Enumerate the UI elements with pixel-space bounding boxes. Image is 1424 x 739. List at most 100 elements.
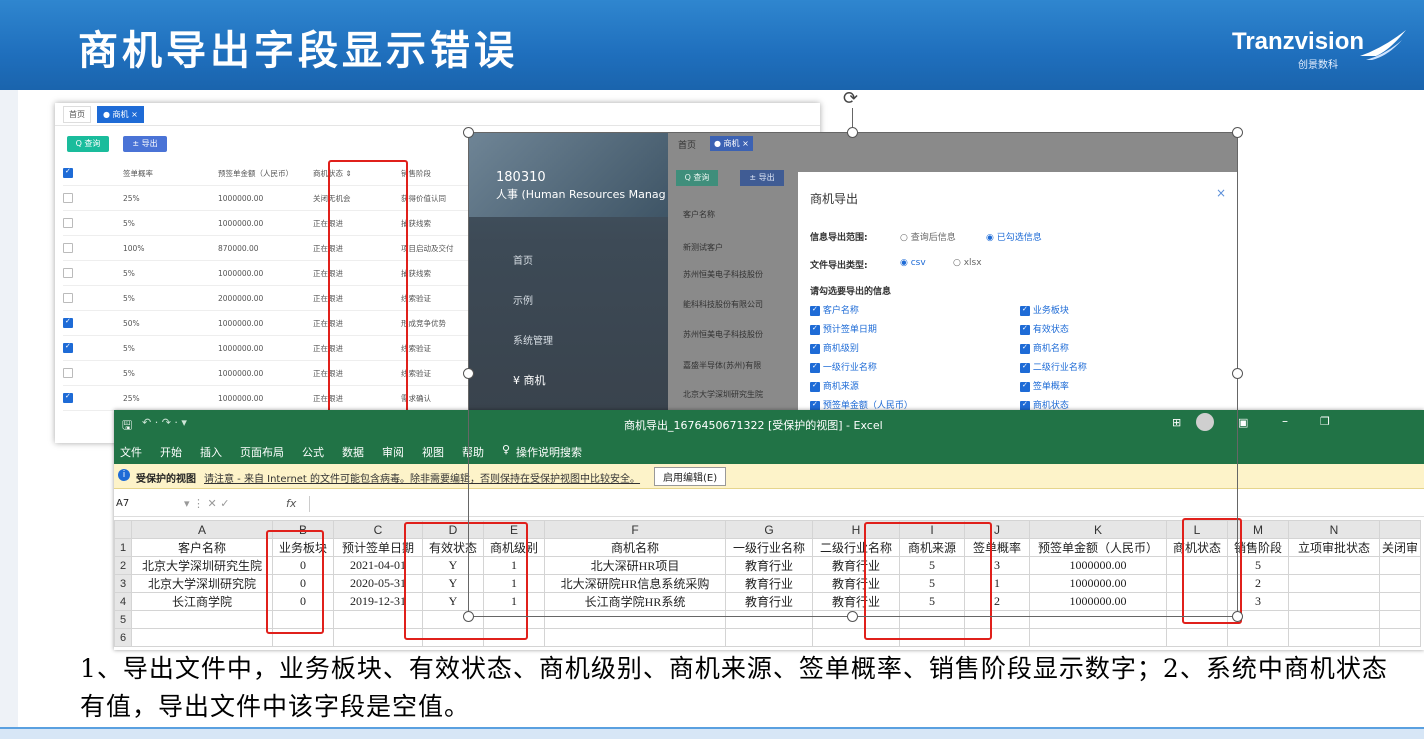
data-cell[interactable]: 教育行业: [725, 556, 813, 575]
query-button-2[interactable]: Q 查询: [676, 170, 718, 186]
avatar[interactable]: [1196, 413, 1214, 431]
radio-range-query[interactable]: ○ 查询后信息: [900, 230, 956, 243]
export-button-2[interactable]: ± 导出: [740, 170, 784, 186]
column-letter[interactable]: A: [131, 520, 273, 539]
data-cell[interactable]: [1288, 610, 1380, 629]
fx-icon[interactable]: fx: [286, 497, 296, 510]
restore-icon[interactable]: ❐: [1320, 415, 1330, 428]
rotate-handle-icon[interactable]: ⟳: [843, 88, 858, 109]
export-button[interactable]: ± 导出: [123, 136, 167, 152]
menu-item[interactable]: 数据: [342, 444, 364, 460]
ribbon-display-icon[interactable]: ⊞: [1172, 416, 1181, 429]
enable-editing-button[interactable]: 启用编辑(E): [654, 467, 727, 486]
data-cell[interactable]: 1000000.00: [1029, 556, 1167, 575]
column-letter[interactable]: [1378, 520, 1422, 539]
tab-opportunity-2[interactable]: ● 商机 ×: [710, 136, 753, 151]
menu-item[interactable]: 视图: [422, 444, 444, 460]
row-number[interactable]: 5: [114, 610, 132, 629]
data-cell[interactable]: [1288, 628, 1380, 647]
row-checkbox[interactable]: [63, 342, 73, 353]
data-cell[interactable]: [1227, 628, 1289, 647]
row-number[interactable]: 3: [114, 574, 132, 593]
row-checkbox[interactable]: [63, 293, 73, 303]
radio-type-xlsx[interactable]: ○ xlsx: [953, 258, 982, 268]
tab-home[interactable]: 首页: [63, 105, 91, 123]
resize-handle[interactable]: [463, 611, 474, 622]
row-checkbox[interactable]: [63, 218, 73, 228]
resize-handle[interactable]: [847, 127, 858, 138]
data-cell[interactable]: [1378, 610, 1422, 629]
row-number[interactable]: 4: [114, 592, 132, 611]
row-checkbox[interactable]: [63, 368, 73, 378]
menu-item[interactable]: 开始: [160, 444, 182, 460]
field-checkbox[interactable]: 二级行业名称: [1020, 360, 1087, 373]
field-checkbox[interactable]: 签单概率: [1020, 379, 1069, 392]
data-cell[interactable]: 北大深研HR项目: [544, 556, 726, 575]
data-cell[interactable]: 北大深研院HR信息系统采购: [544, 574, 726, 593]
column-letter[interactable]: K: [1029, 520, 1167, 539]
resize-handle[interactable]: [463, 127, 474, 138]
data-cell[interactable]: [1288, 592, 1380, 611]
menu-item[interactable]: 页面布局: [240, 444, 284, 460]
data-cell[interactable]: [544, 628, 726, 647]
column-letter[interactable]: F: [544, 520, 726, 539]
row-checkbox[interactable]: [63, 268, 73, 278]
header-cell[interactable]: 立项审批状态: [1288, 538, 1380, 557]
data-cell[interactable]: [1029, 610, 1167, 629]
tab-opportunity[interactable]: ● 商机 ×: [97, 105, 144, 123]
minimize-icon[interactable]: –: [1282, 414, 1288, 428]
save-icon[interactable]: 🖫: [122, 416, 132, 437]
header-cell[interactable]: 预签单金额（人民币）: [1029, 538, 1167, 557]
data-cell[interactable]: [544, 610, 726, 629]
field-checkbox[interactable]: 商机级别: [810, 341, 859, 354]
query-button[interactable]: Q 查询: [67, 136, 109, 152]
formula-input[interactable]: [309, 496, 1420, 512]
data-cell[interactable]: [1378, 556, 1422, 575]
row-checkbox[interactable]: [63, 317, 73, 328]
menu-item[interactable]: 文件: [120, 444, 142, 460]
data-cell[interactable]: 北京大学深圳研究生院: [131, 556, 273, 575]
menu-item[interactable]: 操作说明搜索: [516, 444, 582, 460]
select-all-checkbox[interactable]: [63, 167, 73, 178]
data-cell[interactable]: [131, 628, 273, 647]
field-checkbox[interactable]: 客户名称: [810, 303, 859, 316]
resize-handle[interactable]: [1232, 611, 1243, 622]
data-cell[interactable]: [1288, 556, 1380, 575]
lightbulb-icon[interactable]: ♀: [502, 443, 510, 456]
data-cell[interactable]: 长江商学院HR系统: [544, 592, 726, 611]
menu-item[interactable]: 帮助: [462, 444, 484, 460]
data-cell[interactable]: [1288, 574, 1380, 593]
menu-item[interactable]: 审阅: [382, 444, 404, 460]
data-cell[interactable]: [725, 610, 813, 629]
data-cell[interactable]: 北京大学深圳研究院: [131, 574, 273, 593]
header-cell[interactable]: 商机名称: [544, 538, 726, 557]
data-cell[interactable]: [131, 610, 273, 629]
header-cell[interactable]: 关闭审: [1378, 538, 1422, 557]
data-cell[interactable]: 教育行业: [725, 574, 813, 593]
data-cell[interactable]: 1000000.00: [1029, 592, 1167, 611]
field-checkbox[interactable]: 有效状态: [1020, 322, 1069, 335]
data-cell[interactable]: [1029, 628, 1167, 647]
close-icon[interactable]: ×: [1216, 186, 1226, 200]
resize-handle[interactable]: [1232, 368, 1243, 379]
row-checkbox[interactable]: [63, 243, 73, 253]
radio-range-checked[interactable]: ◉ 已勾选信息: [986, 230, 1042, 243]
field-checkbox[interactable]: 一级行业名称: [810, 360, 877, 373]
menu-item[interactable]: 插入: [200, 444, 222, 460]
data-cell[interactable]: [1166, 628, 1228, 647]
data-cell[interactable]: [725, 628, 813, 647]
column-letter[interactable]: N: [1288, 520, 1380, 539]
data-cell[interactable]: 长江商学院: [131, 592, 273, 611]
tab-home-2[interactable]: 首页: [678, 138, 696, 151]
row-checkbox[interactable]: [63, 392, 73, 403]
name-box[interactable]: A7: [116, 498, 176, 509]
row-number[interactable]: 6: [114, 628, 132, 647]
resize-handle[interactable]: [1232, 127, 1243, 138]
data-cell[interactable]: [1378, 628, 1422, 647]
menu-item[interactable]: 公式: [302, 444, 324, 460]
layout-icon[interactable]: ▣: [1238, 416, 1248, 429]
corner-cell[interactable]: [114, 520, 132, 539]
data-cell[interactable]: 教育行业: [725, 592, 813, 611]
field-checkbox[interactable]: 商机名称: [1020, 341, 1069, 354]
resize-handle[interactable]: [847, 611, 858, 622]
